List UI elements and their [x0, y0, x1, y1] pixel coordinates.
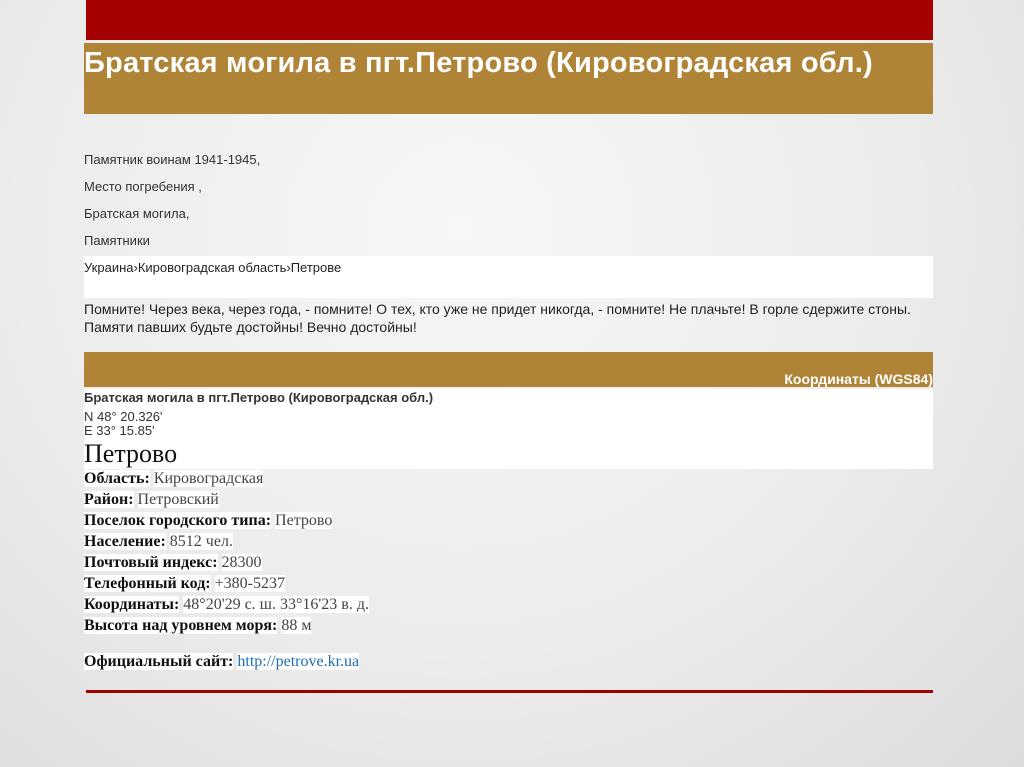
tag-item[interactable]: Место погребения , [84, 180, 260, 207]
info-row-region: Область: Кировоградская [84, 468, 369, 489]
info-value: 48°20'29 с. ш. 33°16'23 в. д. [183, 596, 369, 613]
info-row-postcode: Почтовый индекс: 28300 [84, 552, 369, 573]
memorial-title: Братская могила в пгт.Петрово (Кировогра… [84, 390, 434, 405]
info-value: Петровский [137, 491, 219, 508]
info-label: Почтовый индекс: [84, 554, 218, 571]
info-row-population: Население: 8512 чел. [84, 531, 369, 552]
town-info: Область: Кировоградская Район: Петровски… [84, 468, 369, 672]
info-value: +380-5237 [214, 575, 285, 592]
info-label: Телефонный код: [84, 575, 211, 592]
info-row-district: Район: Петровский [84, 489, 369, 510]
info-value: 28300 [221, 554, 262, 571]
slide-title: Братская могила в пгт.Петрово (Кировогра… [84, 43, 933, 114]
info-label: Поселок городского типа: [84, 512, 272, 529]
tag-item[interactable]: Братская могила, [84, 207, 260, 234]
info-value: Петрово [275, 512, 333, 529]
info-label: Координаты: [84, 596, 180, 613]
info-label: Район: [84, 491, 134, 508]
town-heading: Петрово [84, 439, 178, 468]
info-row-altitude: Высота над уровнем моря: 88 м [84, 615, 369, 636]
coordinates-header: Координаты (WGS84) [84, 352, 933, 387]
info-label: Область: [84, 470, 150, 487]
info-label: Официальный сайт: [84, 653, 234, 670]
breadcrumb[interactable]: Украина›Кировоградская область›Петрове [84, 256, 933, 298]
info-value: 88 м [281, 617, 312, 634]
info-label: Высота над уровнем моря: [84, 617, 278, 634]
info-row-official-site: Официальный сайт: http://petrove.kr.ua [84, 651, 369, 672]
info-row-settlement: Поселок городского типа: Петрово [84, 510, 369, 531]
official-site-link[interactable]: http://petrove.kr.ua [237, 653, 360, 670]
coordinate-east: E 33° 15.85' [84, 423, 155, 438]
coordinate-north: N 48° 20.326' [84, 409, 163, 424]
tag-item[interactable]: Памятник воинам 1941-1945, [84, 153, 260, 180]
top-accent-bar [86, 0, 933, 40]
info-row-phone-code: Телефонный код: +380-5237 [84, 573, 369, 594]
bottom-divider [86, 690, 933, 693]
info-value: Кировоградская [153, 470, 264, 487]
memorial-quote: Помните! Через века, через года, - помни… [84, 301, 911, 335]
tag-list: Памятник воинам 1941-1945, Место погребе… [84, 153, 260, 261]
info-label: Население: [84, 533, 166, 550]
info-row-coordinates: Координаты: 48°20'29 с. ш. 33°16'23 в. д… [84, 594, 369, 615]
info-value: 8512 чел. [169, 533, 233, 550]
